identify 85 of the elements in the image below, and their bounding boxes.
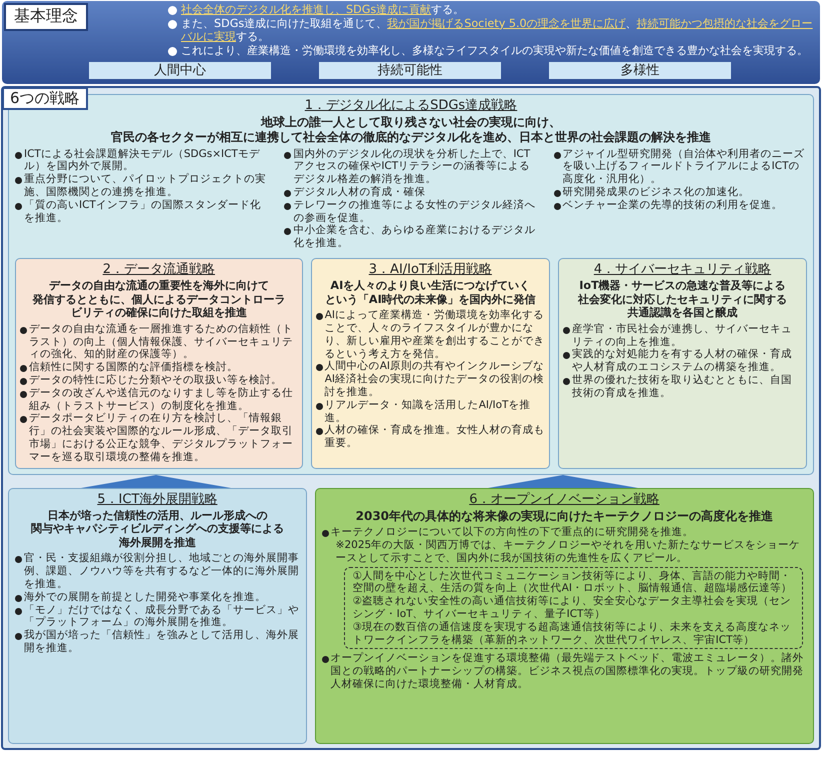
bullet-text: 世界の優れた技術を取り込むとともに、自国技術の育成を推進。 xyxy=(572,374,793,400)
bullet-text: 海外での展開を前提とした開発や事業化を推進。 xyxy=(24,590,266,604)
principle-text: また、SDGs達成に向けた取組を通じて、我が国が掲げるSociety 5.0の理念を世界に広げ、持続可能かつ包摂的な社会をグローバルに実現する。 xyxy=(181,16,814,44)
principle-text: これにより、産業構造・労働環境を効率化し、多様なライフスタイルの実現や新たな価値を創造できる豊かな社会を実現する。 xyxy=(181,44,808,58)
bullet-icon xyxy=(15,633,22,640)
bullet-text: データの自由な流通を一層推進するための信頼性（トラスト）の向上（個人情報保護、サイバーセキュリティの強化、知的財産の保護等）。 xyxy=(29,322,294,361)
list-item-text: ②盗聴されない安全性の高い通信技術等により、安全安心なデータ主導社会を実現（センシング・IoT、サイバーセキュリティ、量子ICT等） xyxy=(352,595,792,621)
bullet-icon xyxy=(554,152,561,159)
bullet-text: 人材の確保・育成を推進。女性人材の育成も重要。 xyxy=(324,424,545,450)
bullet-text: オープンイノベーションを促進する環境整備（最先端テストベッド、電波エミュレータ）。諸外国との戦略的パートナーシップの構築。ビジネス視点の国際標準化の実現。トップ級の研究開発人材確保に向けた環境整備・人材育成。 xyxy=(330,652,805,691)
pillar-label: 多様性 xyxy=(549,62,731,80)
strategy-title: 1．デジタル化によるSDGs達成戦略 xyxy=(304,98,518,116)
bullet-icon xyxy=(322,656,329,664)
strategy-title: 5．ICT海外展開戦略 xyxy=(97,492,218,509)
bullet-icon xyxy=(20,378,27,386)
strategy-summary: 日本が培った信頼性の活用、ルール形成への 関与やキャパシティビルディングへの支援等による 海外展開を推進 xyxy=(30,508,285,550)
bullet-icon xyxy=(284,152,292,159)
pillar-label: 人間中心 xyxy=(89,62,271,80)
strategy-title: 6．オープンイノベーション戦略 xyxy=(469,492,660,509)
bullet-text: キーテクノロジーについて以下の方向性の下で重点的に研究開発を推進。 xyxy=(330,526,694,539)
bullet-text: アジャイル型研究開発（自治体や利用者のニーズを吸い上げるフィールドトライアルによるICTの高度化・汎用化）。 xyxy=(562,148,806,186)
note-text: ※2025年の大阪・関西万博では、キーテクノロジーやそれを用いた新たなサービスをショーケースとして示すことで、国内外に我が国技術の先進性を広くアピール。 xyxy=(336,538,802,565)
principle-text: 社会全体のデジタル化を推進し、SDGs達成に貢献する。 xyxy=(181,3,464,17)
up-arrow-icon xyxy=(80,474,230,488)
strategy-summary: 2030年代の具体的な将来像の実現に向けたキーテクノロジーの高度化を推進 xyxy=(354,508,774,524)
bullet-icon xyxy=(563,326,570,334)
bullet-text: 我が国が培った「信頼性」を強みとして活用し、海外展開を推進。 xyxy=(24,629,300,655)
bullet-icon xyxy=(15,608,22,615)
bullet-text: データの改ざんや送信元のなりすまし等を防止する仕組み（トラストサービス）の制度化を推進。 xyxy=(29,386,294,412)
bullet-icon xyxy=(168,6,177,15)
bullet-icon xyxy=(316,428,323,436)
bullet-icon xyxy=(15,556,22,564)
bullet-text: 中小企業を含む、あらゆる産業におけるデジタル化を推進。 xyxy=(293,224,536,250)
bullet-icon xyxy=(168,20,177,29)
bullet-icon xyxy=(316,402,323,410)
section-label: 基本理念 xyxy=(4,3,88,31)
bullet-icon xyxy=(554,202,561,210)
bullet-text: デジタル人材の育成・確保 xyxy=(293,186,426,199)
bullet-icon xyxy=(15,152,22,159)
bullet-icon xyxy=(322,530,329,538)
bullet-icon xyxy=(284,202,292,210)
strategy-title: 4．サイバーセキュリティ戦略 xyxy=(594,262,772,279)
bullet-text: 信頼性に関する国際的な評価指標を検討。 xyxy=(29,361,238,374)
bullet-icon xyxy=(554,190,561,198)
bullet-text: AIによって産業構造・労働環境を効率化することで、人々のライフスタイルが豊かになり、新しい雇用や産業を創出することができるという考え方を発信。 xyxy=(324,309,545,360)
bullet-icon xyxy=(284,228,292,236)
bullet-text: 実践的な対処能力を有する人材の確保・育成や人材育成のエコシステムの構築を推進。 xyxy=(572,348,793,374)
bullet-icon xyxy=(20,390,27,398)
up-arrow-icon xyxy=(488,474,638,488)
bullet-text: ベンチャー企業の先導的技術の利用を促進。 xyxy=(562,198,783,212)
bullet-text: 国内外のデジタル化の現状を分析した上で、ICTアクセスの確保やICTリテラシーの涵養等によるデジタル格差の解消を推進。 xyxy=(293,148,532,186)
strategy-summary: データの自由な流通の重要性を海外に向けて 発信するとともに、個人によるデータコントローラ ビリティの確保に向けた取組を推進 xyxy=(31,278,286,320)
bullet-text: データポータビリティの在り方を検討し、「情報銀行」の社会実装や国際的なルール形成、「データ取引市場」における公正な競争、デジタルプラットフォーマーを巡る取引環境の整備を推進。 xyxy=(29,412,294,464)
bullet-text: リアルデータ・知識を活用したAI/IoTを推進。 xyxy=(324,398,532,424)
bullet-icon xyxy=(15,594,22,602)
strategy-summary: AIを人々のより良い生活につなげていく という「AI時代の未来像」を国内外に発信 xyxy=(324,278,537,306)
bullet-icon xyxy=(168,46,177,56)
bullet-icon xyxy=(20,416,27,424)
bullet-icon xyxy=(563,378,570,386)
bullet-icon xyxy=(15,202,22,210)
strategy-title: 3．AI/IoT利活用戦略 xyxy=(368,262,492,279)
bullet-icon xyxy=(316,364,323,372)
bullet-icon xyxy=(15,177,22,184)
bullet-text: 官・民・支援組織が役割分担し、地域ごとの海外展開事例、課題、ノウハウ等を共有するなど一体的に海外展開を推進。 xyxy=(24,552,300,591)
bullet-text: 「モノ」だけではなく、成長分野である「サービス」や「プラットフォーム」の海外展開を推進。 xyxy=(24,604,300,629)
bullet-text: 産学官・市民社会が連携し、サイバーセキュリティの向上を推進。 xyxy=(572,322,793,348)
bullet-text: 重点分野について、パイロットプロジェクトの実施、国際機関との連携を推進。 xyxy=(24,173,267,199)
bullet-text: ICTによる社会課題解決モデル（SDGs×ICTモデル）を国内外で展開。 xyxy=(24,148,261,173)
strategy-summary: 地球上の誰一人として取り残さない社会の実現に向け、 官民の各セクターが相互に連携して社会全体の徹底的なデジタル化を進め、日本と世界の社会課題の解決を推進 xyxy=(110,115,712,145)
bullet-icon xyxy=(563,352,570,360)
bullet-text: データの特性に応じた分類やその取扱い等を検討。 xyxy=(29,374,282,387)
bullet-text: 研究開発成果のビジネス化の加速化。 xyxy=(562,186,750,199)
strategy-title: 2．データ流通戦略 xyxy=(102,262,215,279)
bullet-icon xyxy=(316,313,323,320)
list-item-text: ①人間を中心とした次世代コミュニケーション技術等により、身体、言語の能力や時間・空間の壁を超え、生活の質を向上（次世代AI・ロボット、脳情報通信、超臨場感伝達等） xyxy=(352,570,793,595)
bullet-icon xyxy=(284,190,292,198)
list-item-text: ③現在の数百倍の通信速度を実現する超高速通信技術等により、未来を支える高度なネットワークインフラを構築（革新的ネットワーク、次世代ワイヤレス、宇宙ICT等） xyxy=(352,620,792,646)
section-label: 6つの戦略 xyxy=(2,87,88,110)
bullet-text: 「質の高いICTインフラ」の国際スタンダード化を推進。 xyxy=(24,198,262,224)
bullet-text: テレワークの推進等による女性のデジタル経済への参画を促進。 xyxy=(293,198,536,224)
bullet-icon xyxy=(20,326,27,334)
strategy-summary: IoT機器・サービスの急速な普及等による 社会変化に対応したセキュリティに関する 共通認識を各国と醸成 xyxy=(576,278,788,320)
bullet-text: 人間中心のAI原則の共有やインクルーシブなAI経済社会の実現に向けたデータの役割の検討を推進。 xyxy=(324,360,545,399)
pillar-label: 持続可能性 xyxy=(319,62,501,80)
bullet-icon xyxy=(20,365,27,372)
